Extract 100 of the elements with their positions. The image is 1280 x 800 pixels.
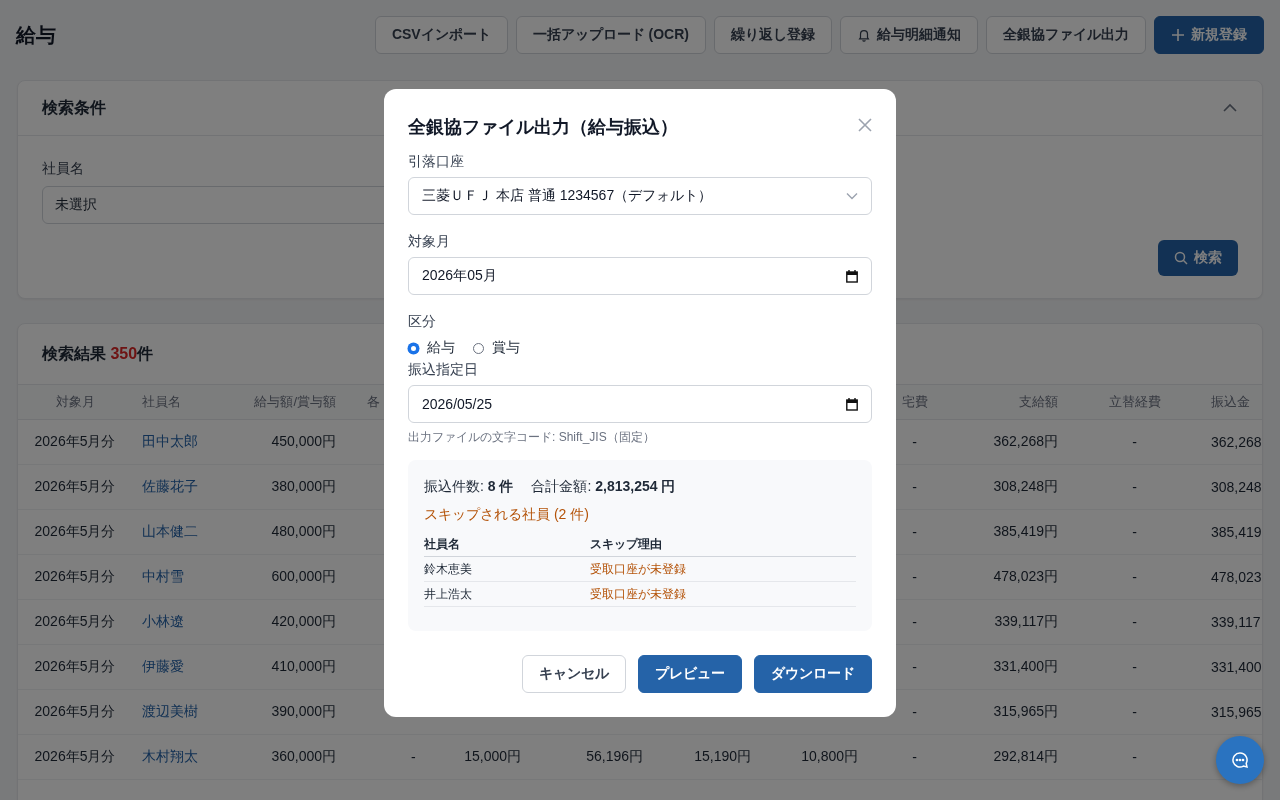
search-icon bbox=[1174, 251, 1188, 265]
table-cell: 420,000円 bbox=[271, 613, 336, 629]
column-header: 給与額/賞与額 bbox=[254, 394, 336, 409]
table-cell: - bbox=[1132, 614, 1137, 630]
table-cell: 339,117円 bbox=[994, 613, 1058, 629]
toolbar-button[interactable]: 全銀協ファイル出力 bbox=[986, 16, 1146, 54]
account-select[interactable]: 三菱ＵＦＪ 本店 普通 1234567（デフォルト） bbox=[408, 177, 872, 215]
toolbar-button[interactable]: 繰り返し登録 bbox=[714, 16, 832, 54]
column-header: 立替経費 bbox=[1108, 394, 1161, 409]
toolbar-button[interactable]: 給与明細通知 bbox=[840, 16, 978, 54]
employee-link[interactable]: 佐藤花子 bbox=[142, 478, 198, 494]
table-cell: - bbox=[912, 524, 917, 540]
radio-option[interactable]: 給与 bbox=[408, 339, 455, 357]
table-cell: 鈴木恵美 bbox=[424, 560, 472, 578]
table-cell: 380,000円 bbox=[271, 478, 336, 494]
field-label: 対象月 bbox=[408, 233, 450, 251]
toolbar-button[interactable]: 新規登録 bbox=[1154, 16, 1264, 54]
transfer-count: 振込件数: 8 件 bbox=[424, 478, 514, 496]
table-cell: - bbox=[1132, 749, 1137, 765]
table-cell: 360,000円 bbox=[271, 748, 336, 764]
calendar-icon bbox=[846, 397, 858, 411]
field-label: 区分 bbox=[408, 313, 436, 331]
column-header: 対象月 bbox=[55, 394, 95, 409]
table-cell: 450,000円 bbox=[271, 433, 336, 449]
table-cell: - bbox=[912, 434, 917, 450]
table-cell: 339,117 bbox=[1211, 614, 1261, 630]
table-cell: 2026年5月分 bbox=[34, 433, 116, 449]
radio-option[interactable]: 賞与 bbox=[473, 339, 520, 357]
close-icon[interactable] bbox=[858, 118, 872, 132]
table-cell: 308,248 bbox=[1211, 479, 1262, 495]
table-cell: - bbox=[912, 479, 917, 495]
table-cell: 2026年5月分 bbox=[34, 748, 116, 764]
table-cell: - bbox=[1132, 569, 1137, 585]
table-cell: 315,965円 bbox=[993, 703, 1058, 719]
table-cell: 15,000円 bbox=[464, 748, 521, 764]
table-cell: 390,000円 bbox=[271, 703, 336, 719]
search-button[interactable]: 検索 bbox=[1158, 240, 1238, 276]
table-cell: 15,190円 bbox=[694, 748, 751, 764]
radio-button[interactable] bbox=[408, 342, 419, 354]
employee-link[interactable]: 田中太郎 bbox=[142, 433, 198, 449]
table-cell: - bbox=[912, 614, 917, 630]
total-amount: 合計金額: 2,813,254 円 bbox=[531, 478, 676, 496]
table-cell: 478,023 bbox=[1211, 569, 1262, 585]
column-header: 宅費 bbox=[901, 394, 928, 409]
dialog-button[interactable]: キャンセル bbox=[522, 655, 626, 693]
table-cell: 385,419 bbox=[1211, 524, 1262, 540]
table-cell: - bbox=[912, 749, 917, 765]
column-header: 各 bbox=[367, 394, 380, 409]
table-cell: 2026年5月分 bbox=[34, 703, 116, 719]
table-cell: 2026年5月分 bbox=[34, 478, 116, 494]
dialog-button[interactable]: プレビュー bbox=[638, 655, 742, 693]
toolbar-button[interactable]: 一括アップロード (OCR) bbox=[515, 16, 706, 54]
month-field[interactable]: 2026年05月 bbox=[408, 257, 872, 295]
table-cell: 292,814円 bbox=[993, 748, 1058, 764]
table-cell: - bbox=[1132, 659, 1137, 675]
column-header: 振込金 bbox=[1211, 394, 1250, 409]
plus-icon bbox=[1171, 28, 1185, 42]
table-cell: 362,268 bbox=[1211, 434, 1262, 450]
chevron-up-icon[interactable] bbox=[1222, 103, 1238, 113]
dialog-button[interactable]: ダウンロード bbox=[754, 655, 872, 693]
date-field[interactable]: 2026/05/25 bbox=[408, 385, 872, 423]
toolbar-button[interactable]: CSVインポート bbox=[374, 16, 508, 54]
panel-title: 検索条件 bbox=[42, 97, 106, 118]
employee-link[interactable]: 渡辺美樹 bbox=[142, 703, 198, 719]
table-cell: 410,000円 bbox=[271, 658, 336, 674]
field-label: 振込指定日 bbox=[408, 361, 478, 379]
table-cell: 478,023円 bbox=[993, 568, 1058, 584]
field-label: 引落口座 bbox=[408, 153, 464, 171]
table-cell: 10,800円 bbox=[801, 748, 858, 764]
table-cell: 600,000円 bbox=[271, 568, 336, 584]
table-cell: 2026年5月分 bbox=[34, 523, 116, 539]
column-header: スキップ理由 bbox=[590, 535, 662, 553]
chevron-down-icon bbox=[846, 192, 858, 200]
employee-link[interactable]: 中村雪 bbox=[142, 568, 184, 584]
hint-text: 出力ファイルの文字コード: Shift_JIS（固定） bbox=[408, 429, 655, 446]
dialog-title: 全銀協ファイル出力（給与振込） bbox=[408, 116, 678, 139]
table-cell: 2026年5月分 bbox=[34, 613, 116, 629]
employee-link[interactable]: 伊藤愛 bbox=[142, 658, 184, 674]
table-cell: 井上浩太 bbox=[424, 585, 472, 603]
column-header: 社員名 bbox=[424, 535, 460, 553]
column-header: 社員名 bbox=[142, 394, 181, 409]
table-cell: - bbox=[1132, 524, 1137, 540]
employee-link[interactable]: 山本健二 bbox=[142, 523, 198, 539]
field-label: 社員名 bbox=[42, 160, 84, 178]
table-cell: 480,000円 bbox=[271, 523, 336, 539]
table-cell: - bbox=[411, 749, 416, 765]
calendar-icon bbox=[846, 269, 858, 283]
table-cell: 56,196円 bbox=[586, 748, 643, 764]
table-cell: - bbox=[912, 659, 917, 675]
chat-icon bbox=[1231, 751, 1249, 769]
table-cell: 受取口座が未登録 bbox=[590, 560, 686, 578]
table-cell: 受取口座が未登録 bbox=[590, 585, 686, 603]
results-title: 検索結果 350件 bbox=[42, 343, 154, 364]
column-header: 支給額 bbox=[1019, 394, 1058, 409]
employee-link[interactable]: 小林遼 bbox=[142, 613, 184, 629]
employee-link[interactable]: 木村翔太 bbox=[142, 748, 198, 764]
table-cell: 385,419円 bbox=[993, 523, 1058, 539]
table-cell: 308,248円 bbox=[993, 478, 1058, 494]
bell-icon bbox=[857, 28, 871, 42]
table-cell: - bbox=[1132, 704, 1137, 720]
